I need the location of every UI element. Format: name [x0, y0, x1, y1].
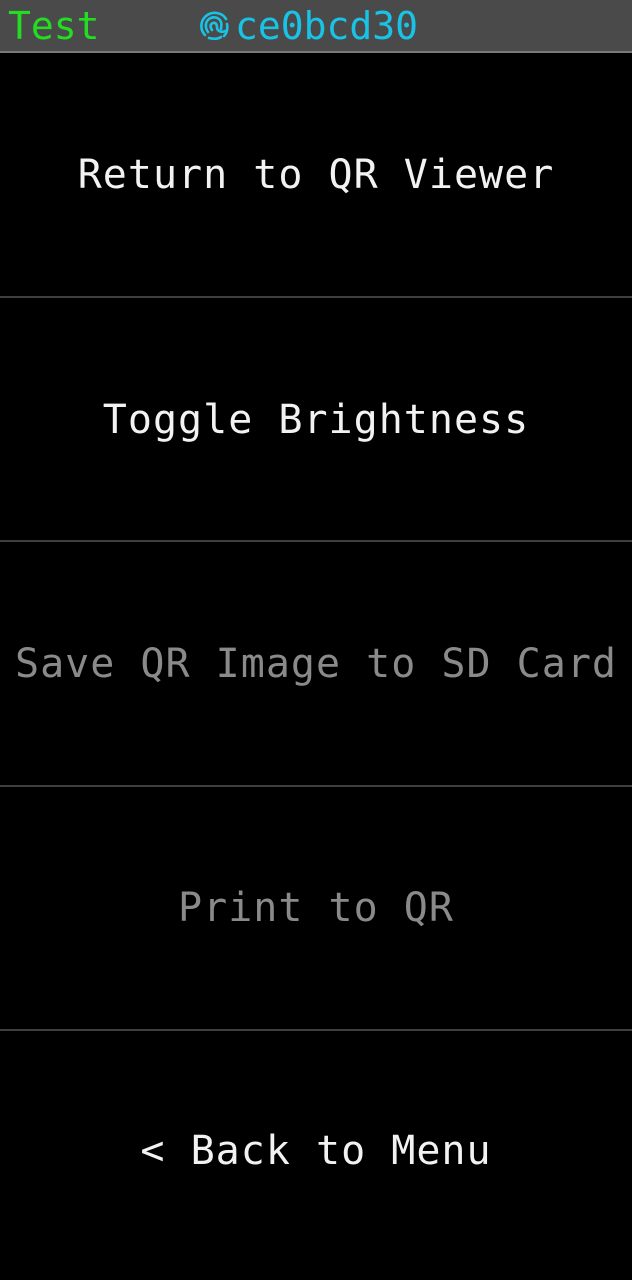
menu-item-label: < Back to Menu [140, 1128, 492, 1174]
top-nav-bar: Test ce0bcd30 [0, 0, 632, 53]
save-qr-image-to-sd-card-button[interactable]: Save QR Image to SD Card [0, 542, 632, 785]
menu-item-label: Return to QR Viewer [77, 152, 555, 198]
menu-item-label: Toggle Brightness [102, 396, 530, 443]
print-to-qr-button[interactable]: Print to QR [0, 787, 632, 1029]
menu-item-label: Print to QR [178, 885, 454, 931]
fingerprint-id: ce0bcd30 [196, 2, 418, 50]
back-to-menu-button[interactable]: < Back to Menu [0, 1031, 632, 1271]
toggle-brightness-button[interactable]: Toggle Brightness [0, 298, 632, 541]
return-to-qr-viewer-button[interactable]: Return to QR Viewer [0, 53, 632, 297]
menu-item-label: Save QR Image to SD Card [15, 640, 617, 687]
screen-title: Test [8, 4, 100, 48]
fingerprint-label: ce0bcd30 [235, 4, 419, 48]
fingerprint-icon [200, 11, 229, 40]
